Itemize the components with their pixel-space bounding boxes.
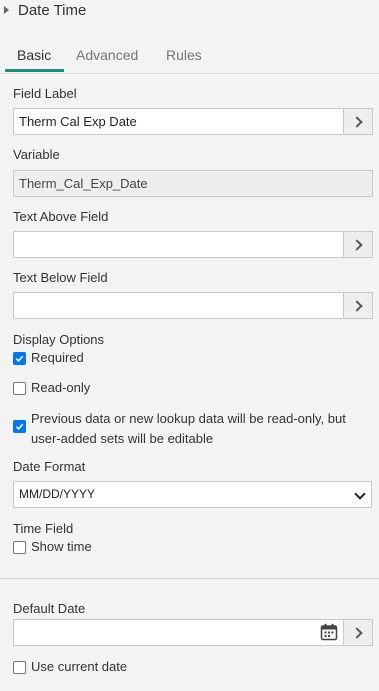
variable-input: Therm_Cal_Exp_Date [13,170,373,197]
previous-data-label: Previous data or new lookup data will be… [31,411,346,446]
text-above-group [13,231,373,258]
read-only-checkbox[interactable] [13,382,26,395]
text-above-heading: Text Above Field [13,209,109,224]
text-below-heading: Text Below Field [13,270,108,285]
variable-group: Therm_Cal_Exp_Date [13,170,373,197]
text-above-input[interactable] [13,231,350,258]
active-tab-indicator [5,69,64,72]
use-current-date-label: Use current date [31,659,128,674]
show-time-option[interactable]: Show time [13,539,92,554]
time-field-heading: Time Field [13,521,74,536]
default-date-expand-button[interactable] [343,619,373,646]
default-date-heading: Default Date [13,601,86,616]
required-option[interactable]: Required [13,350,84,365]
field-label-input[interactable]: Therm Cal Exp Date [13,108,350,135]
text-below-input[interactable] [13,292,350,319]
date-format-heading: Date Format [13,459,86,474]
text-below-expand-button[interactable] [343,292,373,319]
tab-basic[interactable]: Basic [17,47,51,63]
chevron-right-icon [350,238,363,251]
panel-header[interactable]: Date Time [0,0,379,24]
text-below-group [13,292,373,319]
show-time-checkbox[interactable] [13,541,26,554]
show-time-label: Show time [31,539,92,554]
chevron-down-icon [354,488,366,500]
use-current-date-checkbox[interactable] [13,661,26,674]
default-date-group [13,619,373,646]
panel-title: Date Time [18,2,87,19]
required-checkbox[interactable] [13,352,26,365]
previous-data-checkbox[interactable] [13,420,26,433]
tab-bar: Basic Advanced Rules [0,40,379,74]
chevron-right-icon [350,299,363,312]
previous-data-option[interactable]: Previous data or new lookup data will be… [13,409,368,449]
variable-heading: Variable [13,147,60,162]
section-divider [0,578,379,579]
calendar-icon[interactable] [320,623,338,641]
date-format-select[interactable]: MM/DD/YYYY [13,481,372,508]
expand-caret-icon[interactable] [4,6,9,14]
use-current-date-option[interactable]: Use current date [13,659,127,674]
tab-advanced[interactable]: Advanced [76,47,138,63]
check-icon [15,423,24,431]
default-date-input[interactable] [13,619,350,646]
required-label: Required [31,350,84,365]
read-only-label: Read-only [31,380,91,395]
chevron-right-icon [350,626,363,639]
field-label-heading: Field Label [13,86,77,101]
chevron-right-icon [350,115,363,128]
tab-rules[interactable]: Rules [166,47,202,63]
text-above-expand-button[interactable] [343,231,373,258]
field-label-expand-button[interactable] [343,108,373,135]
date-format-value: MM/DD/YYYY [19,487,96,501]
check-icon [15,355,24,363]
read-only-option[interactable]: Read-only [13,380,90,395]
display-options-heading: Display Options [13,332,105,347]
field-label-group: Therm Cal Exp Date [13,108,373,135]
